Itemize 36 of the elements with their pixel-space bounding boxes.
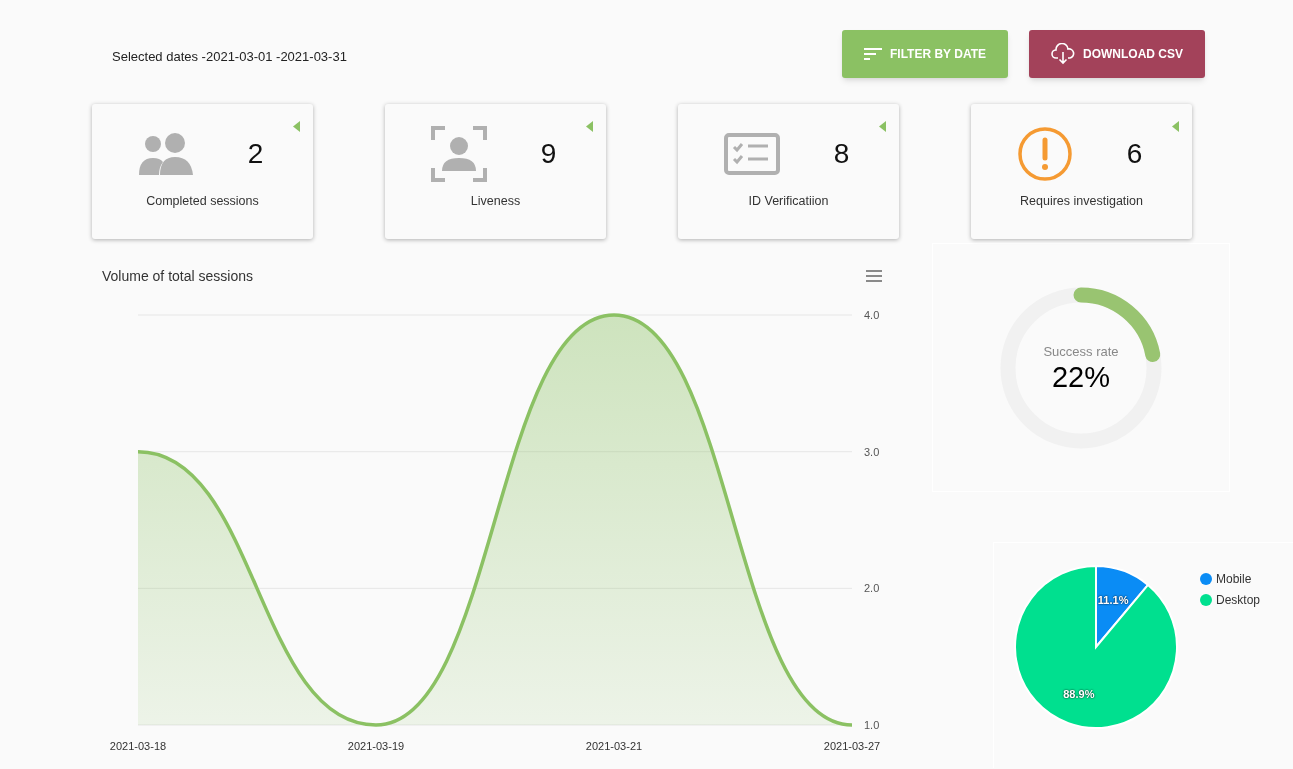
selected-dates: Selected dates -2021-03-01 -2021-03-31 — [112, 47, 348, 66]
y-axis-label: 3.0 — [864, 445, 880, 458]
stat-value: 2 — [246, 137, 265, 171]
filter-icon — [864, 47, 882, 60]
stat-value: 6 — [1125, 137, 1144, 171]
people-icon — [137, 133, 194, 175]
slice-label: 11.1% — [1097, 593, 1129, 606]
x-axis-label: 2021-03-18 — [109, 740, 167, 752]
y-axis-label: 1.0 — [864, 719, 880, 731]
face-scan-icon — [430, 126, 487, 182]
gauge-value: 22% — [1051, 361, 1110, 394]
x-axis-label: 2021-03-19 — [347, 740, 405, 752]
x-axis-label: 2021-03-27 — [823, 740, 881, 752]
stat-value: 9 — [539, 137, 558, 171]
checklist-icon — [723, 133, 780, 175]
cloud-download-icon — [1051, 42, 1075, 65]
menu-icon[interactable] — [865, 270, 883, 282]
slice-label: 88.9% — [1063, 688, 1095, 701]
gauge-label: Success rate — [1043, 342, 1119, 361]
stat-label: Liveness — [470, 193, 521, 210]
legend-label[interactable]: Mobile — [1216, 570, 1252, 588]
stat-value: 8 — [832, 137, 851, 171]
triangle-icon[interactable] — [879, 121, 886, 132]
y-axis-label: 4.0 — [864, 309, 880, 321]
stat-label: Completed sessions — [146, 193, 259, 210]
download-button[interactable]: DOWNLOAD CSV — [1029, 29, 1205, 78]
triangle-icon[interactable] — [586, 121, 593, 132]
alert-icon — [1016, 126, 1073, 182]
legend-label[interactable]: Desktop — [1216, 591, 1261, 609]
chart-title: Volume of total sessions — [102, 268, 253, 284]
stat-label: ID Verificatiion — [748, 193, 829, 210]
triangle-icon[interactable] — [293, 121, 300, 132]
stat-label: Requires investigation — [1020, 193, 1143, 210]
y-axis-label: 2.0 — [864, 582, 880, 595]
x-axis-label: 2021-03-21 — [585, 740, 643, 752]
triangle-icon[interactable] — [1172, 121, 1179, 132]
